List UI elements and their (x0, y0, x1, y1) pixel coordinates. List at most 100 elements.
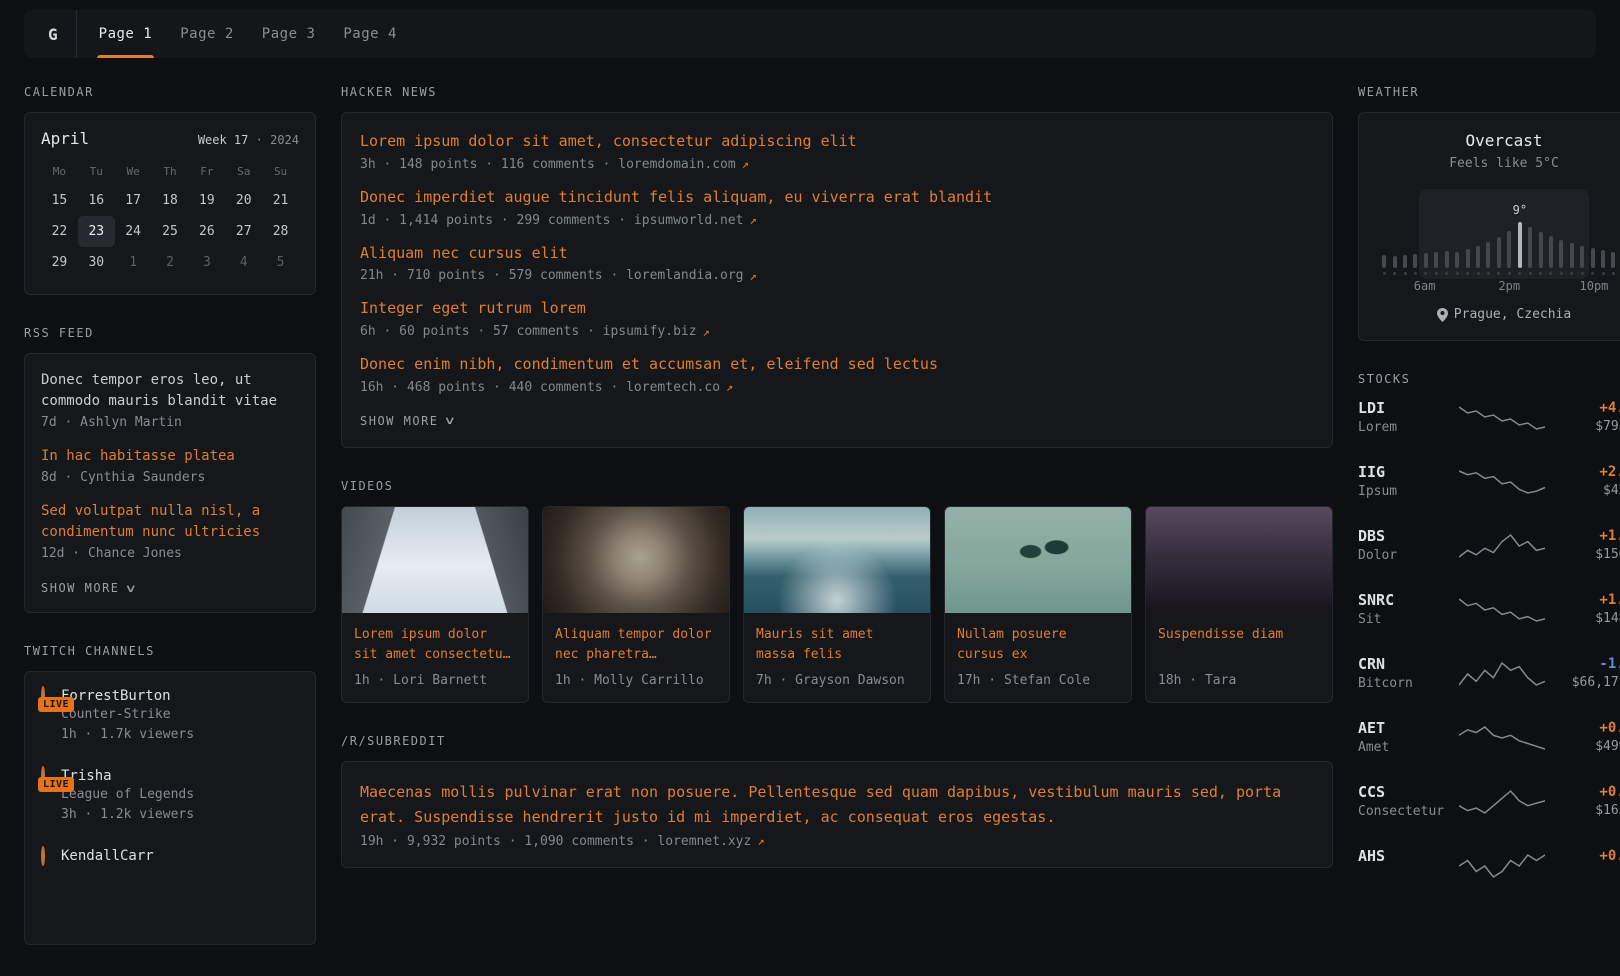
stock-symbol: DBS (1358, 527, 1454, 545)
calendar-days-grid: 15 16 17 18 19 20 21 22 23 24 25 26 27 2… (41, 185, 299, 278)
weather-hour-dot (1404, 272, 1407, 275)
stock-symbol: CCS (1358, 783, 1454, 801)
rss-item: Sed volutpat nulla nisl, a condimentum n… (41, 501, 299, 561)
hn-story-link[interactable]: Donec imperdiet augue tincidunt felis al… (360, 187, 1314, 209)
hn-show-more-button[interactable]: SHOW MORE ∨ (360, 414, 455, 428)
weather-card: Overcast Feels like 5°C 9°6am2pm10pm Pra… (1358, 112, 1620, 341)
video-card[interactable]: Suspendisse diam 18h · Tara (1145, 506, 1333, 703)
middle-column: HACKER NEWS Lorem ipsum dolor sit amet, … (341, 85, 1333, 899)
weather-hour-column (1452, 252, 1462, 275)
video-card[interactable]: Nullam posuere cursus ex 17h · Stefan Co… (944, 506, 1132, 703)
tab-page-3[interactable]: Page 3 (248, 10, 330, 58)
rss-item: Donec tempor eros leo, ut commodo mauris… (41, 370, 299, 430)
stock-name (1358, 868, 1454, 885)
video-card[interactable]: Aliquam tempor dolor nec pharetra… 1h · … (542, 506, 730, 703)
weather-hour-column (1421, 253, 1431, 275)
weather-hour-label: 10pm (1580, 279, 1609, 293)
weather-hour-column (1389, 256, 1399, 275)
stock-id: AHS (1358, 847, 1454, 885)
stock-name: Lorem (1358, 420, 1454, 437)
stock-row[interactable]: SNRC Sit +1.36% $148.64 (1358, 591, 1620, 629)
weather-hour-dot (1581, 272, 1584, 275)
hn-story-meta[interactable]: 1d · 1,414 points · 299 comments · ipsum… (360, 213, 1314, 228)
stock-row[interactable]: DBS Dolor +1.42% $156.28 (1358, 527, 1620, 565)
hn-story-link[interactable]: Lorem ipsum dolor sit amet, consectetur … (360, 131, 1314, 153)
right-column: WEATHER Overcast Feels like 5°C 9°6am2pm… (1358, 85, 1620, 916)
stock-row[interactable]: CCS Consectetur +0.51% $165.84 (1358, 783, 1620, 821)
twitch-channel-row[interactable]: LIVE ForrestBurton Counter-Strike 1h · 1… (41, 688, 299, 744)
stock-symbol: LDI (1358, 399, 1454, 417)
stock-price: $42.04 (1550, 483, 1620, 500)
rss-item-link[interactable]: In hac habitasse platea (41, 446, 299, 467)
hn-story: Aliquam nec cursus elit 21h · 710 points… (360, 243, 1314, 284)
hn-story-meta[interactable]: 6h · 60 points · 57 comments · ipsumify.… (360, 324, 1314, 339)
weather-hour-dot (1414, 272, 1417, 275)
video-body: Suspendisse diam 18h · Tara (1146, 613, 1332, 702)
stock-change: -1.00% (1550, 656, 1620, 672)
rss-item-link[interactable]: Donec tempor eros leo, ut commodo mauris… (41, 370, 299, 412)
weather-hour-column (1483, 242, 1493, 275)
hn-story-meta-text: 3h · 148 points · 116 comments · loremdo… (360, 157, 736, 172)
twitch-channel-game: League of Legends (61, 787, 194, 804)
stock-values: -1.00% $66,171.48 (1550, 656, 1620, 692)
show-more-label: SHOW MORE (360, 414, 439, 428)
twitch-channel-row[interactable]: KendallCarr (41, 848, 299, 904)
hn-story-meta-text: 1d · 1,414 points · 299 comments · ipsum… (360, 213, 744, 228)
weather-hour-column (1587, 248, 1597, 275)
hn-story-meta[interactable]: 3h · 148 points · 116 comments · loremdo… (360, 157, 1314, 172)
hn-story-meta[interactable]: 21h · 710 points · 579 comments · loreml… (360, 268, 1314, 283)
stock-row[interactable]: AHS +0.46% (1358, 847, 1620, 885)
weather-hour-column (1598, 250, 1608, 275)
weather-hour-dot (1518, 272, 1521, 275)
calendar-dow: Mo (41, 158, 78, 185)
video-card[interactable]: Lorem ipsum dolor sit amet consectetu… 1… (341, 506, 529, 703)
stock-values: +2.84% $42.04 (1550, 464, 1620, 500)
hn-story-meta[interactable]: 16h · 468 points · 440 comments · loremt… (360, 380, 1314, 395)
tab-page-4[interactable]: Page 4 (329, 10, 411, 58)
stock-id: IIG Ipsum (1358, 463, 1454, 501)
weather-bar (1539, 232, 1543, 268)
subreddit-post-meta[interactable]: 19h · 9,932 points · 1,090 comments · lo… (360, 834, 1314, 849)
subreddit-post: Maecenas mollis pulvinar erat non posuer… (360, 780, 1314, 849)
twitch-avatar-wrap: LIVE (41, 768, 45, 784)
tab-page-2[interactable]: Page 2 (166, 10, 248, 58)
weather-bar (1393, 256, 1397, 268)
stock-id: CCS Consectetur (1358, 783, 1454, 821)
hn-story: Donec imperdiet augue tincidunt felis al… (360, 187, 1314, 228)
video-body: Mauris sit amet massa felis 7h · Grayson… (744, 613, 930, 702)
hn-story-link[interactable]: Integer eget rutrum lorem (360, 298, 1314, 320)
stock-row[interactable]: LDI Lorem +4.35% $795.18 (1358, 399, 1620, 437)
hn-story-link[interactable]: Aliquam nec cursus elit (360, 243, 1314, 265)
subreddit-post-link[interactable]: Maecenas mollis pulvinar erat non posuer… (360, 780, 1314, 830)
twitch-channel-row[interactable]: LIVE Trisha League of Legends 3h · 1.2k … (41, 768, 299, 824)
rss-show-more-button[interactable]: SHOW MORE ∨ (41, 581, 136, 595)
weather-bar (1382, 255, 1386, 268)
weather-bar (1570, 243, 1574, 268)
stock-values: +1.42% $156.28 (1550, 528, 1620, 564)
calendar-week-year: Week 17 · 2024 (198, 133, 299, 147)
hn-story-link[interactable]: Donec enim nibh, condimentum et accumsan… (360, 354, 1314, 376)
video-thumbnail (945, 507, 1131, 613)
stock-row[interactable]: CRN Bitcorn -1.00% $66,171.48 (1358, 655, 1620, 693)
external-link-icon: ↗ (757, 834, 764, 848)
stock-row[interactable]: IIG Ipsum +2.84% $42.04 (1358, 463, 1620, 501)
stock-sparkline (1454, 661, 1550, 687)
app-logo[interactable]: G (42, 10, 77, 58)
stock-row[interactable]: AET Amet +0.92% $499.72 (1358, 719, 1620, 757)
weather-hourly-chart: 9°6am2pm10pm (1377, 193, 1620, 293)
rss-widget: RSS FEED Donec tempor eros leo, ut commo… (24, 326, 316, 613)
stock-values: +0.51% $165.84 (1550, 784, 1620, 820)
stock-name: Sit (1358, 612, 1454, 629)
calendar-widget: CALENDAR April Week 17 · 2024 Mo Tu We T… (24, 85, 316, 295)
stock-price (1550, 867, 1620, 884)
weather-hour-label: 6am (1414, 279, 1436, 293)
weather-bar (1476, 246, 1480, 268)
video-card[interactable]: Mauris sit amet massa felis 7h · Grayson… (743, 506, 931, 703)
stock-sparkline (1454, 597, 1550, 623)
calendar-dow: Su (262, 158, 299, 185)
weather-hour-column (1525, 227, 1535, 275)
twitch-channel-meta (61, 887, 154, 904)
rss-item-link[interactable]: Sed volutpat nulla nisl, a condimentum n… (41, 501, 299, 543)
tab-page-1[interactable]: Page 1 (85, 10, 167, 58)
weather-bar (1591, 248, 1595, 268)
